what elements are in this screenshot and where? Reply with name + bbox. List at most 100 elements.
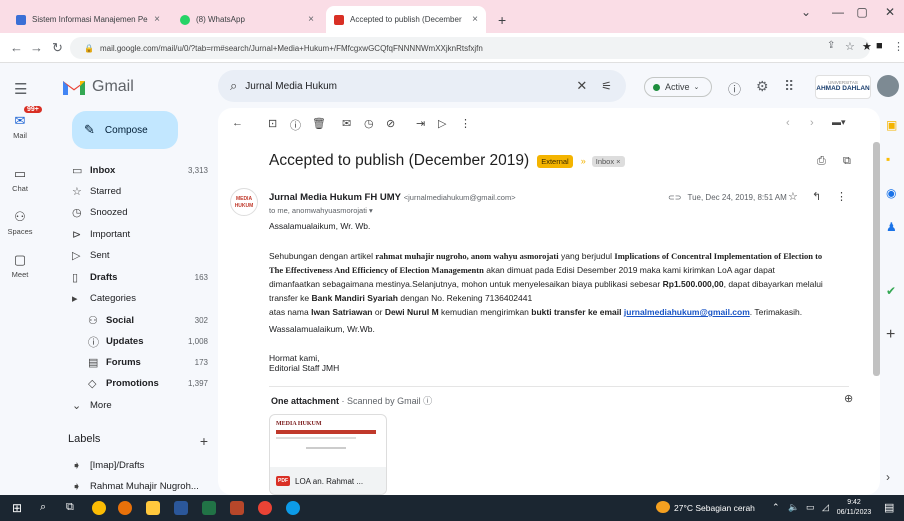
- older-icon[interactable]: ›: [810, 117, 814, 129]
- back-arrow-icon[interactable]: ←: [232, 117, 243, 129]
- network-icon[interactable]: ◿: [822, 502, 829, 513]
- contacts-icon[interactable]: ♟: [886, 220, 897, 234]
- sidebar-item-sent[interactable]: ▷ Sent: [60, 245, 218, 266]
- firefox-icon[interactable]: [118, 501, 132, 515]
- sidebar-label-rahmat[interactable]: ➧ Rahmat Muhajir Nugroh...: [60, 476, 218, 497]
- rail-spaces[interactable]: ⚇ Spaces: [0, 209, 40, 236]
- show-side-panel-icon[interactable]: ›: [886, 470, 890, 484]
- chrome-icon[interactable]: [92, 501, 106, 515]
- keep-icon[interactable]: ▪: [886, 152, 890, 166]
- chrome-icon[interactable]: [258, 501, 272, 515]
- addon-check-icon[interactable]: ✔: [886, 284, 896, 298]
- tab-whatsapp[interactable]: (8) WhatsApp ×: [172, 6, 322, 33]
- delete-icon[interactable]: 🗑: [312, 117, 326, 130]
- inbox-label-chip[interactable]: Inbox ×: [591, 155, 625, 167]
- new-tab-button[interactable]: +: [490, 6, 514, 33]
- sidebar-item-starred[interactable]: ☆ Starred: [60, 181, 218, 202]
- sender-name[interactable]: Jurnal Media Hukum FH UMY: [269, 192, 401, 203]
- add-task-icon[interactable]: ⊘: [386, 117, 395, 130]
- move-to-icon[interactable]: ⇥: [416, 117, 425, 130]
- sidebar-item-important[interactable]: ⊳ Important: [60, 224, 218, 245]
- label-as-icon[interactable]: ▷: [438, 117, 446, 130]
- sidebar-item-categories[interactable]: ▸ Categories: [60, 288, 218, 309]
- report-spam-icon[interactable]: ⓘ: [290, 117, 301, 133]
- rail-mail[interactable]: ✉ 99+ Mail: [0, 106, 42, 140]
- sidepanel-icon[interactable]: ■: [876, 40, 883, 52]
- close-tab-icon[interactable]: ×: [154, 14, 160, 25]
- word-icon[interactable]: [174, 501, 188, 515]
- sidebar-item-inbox[interactable]: ▭ Inbox 3,313: [60, 160, 218, 181]
- importance-marker-icon[interactable]: »: [581, 156, 586, 166]
- close-window-button[interactable]: ✕: [874, 0, 904, 24]
- avatar[interactable]: [877, 75, 899, 97]
- weather-text[interactable]: 27°C Sebagian cerah: [674, 503, 755, 513]
- attachment-card[interactable]: MEDIA HUKUM PDF LOA an. Rahmat ...: [269, 414, 387, 495]
- url-bar[interactable]: 🔒 mail.google.com/mail/u/0/?tab=rm#searc…: [70, 37, 870, 59]
- clock[interactable]: 9:42 06/11/2023: [836, 498, 872, 518]
- compose-button[interactable]: ✎ Compose: [72, 111, 178, 149]
- open-new-window-icon[interactable]: ⧉: [843, 155, 851, 168]
- reply-icon[interactable]: ↰: [812, 190, 821, 203]
- search-icon[interactable]: ⌕: [230, 78, 237, 94]
- main-menu-icon[interactable]: ☰: [14, 80, 27, 98]
- more-options-icon[interactable]: ⋮: [836, 190, 847, 203]
- settings-gear-icon[interactable]: ⚙: [756, 78, 769, 95]
- add-to-drive-icon[interactable]: ⊕: [844, 392, 853, 405]
- tasks-icon[interactable]: ◉: [886, 186, 896, 200]
- search-options-icon[interactable]: ⚟: [601, 79, 612, 93]
- calendar-icon[interactable]: ▣: [886, 118, 897, 132]
- extension-icon[interactable]: ★: [862, 40, 872, 53]
- search-input[interactable]: Jurnal Media Hukum: [245, 81, 576, 92]
- archive-icon[interactable]: ⊡: [268, 117, 277, 130]
- close-tab-icon[interactable]: ×: [308, 14, 314, 25]
- share-icon[interactable]: ⇪: [827, 40, 835, 51]
- add-label-button[interactable]: +: [200, 433, 208, 449]
- rail-meet[interactable]: ▢ Meet: [0, 252, 40, 279]
- clear-search-icon[interactable]: ✕: [576, 78, 587, 94]
- account-badge[interactable]: UNIVERSITAS AHMAD DAHLAN: [815, 75, 871, 99]
- input-tools-icon[interactable]: ▬▾: [832, 117, 846, 128]
- sidebar-item-updates[interactable]: ⓘ Updates 1,008: [60, 331, 218, 352]
- access-icon[interactable]: [230, 501, 244, 515]
- email-link[interactable]: jurnalmediahukum@gmail.com: [624, 307, 750, 317]
- tab-search-icon[interactable]: ⌄: [790, 0, 822, 24]
- search-icon[interactable]: ⌕: [40, 501, 46, 514]
- windows-start-icon[interactable]: ⊞: [12, 501, 22, 515]
- sidebar-item-more[interactable]: ⌄ More: [60, 395, 218, 416]
- status-selector[interactable]: Active ⌄: [644, 77, 712, 97]
- rail-chat[interactable]: ▭ Chat: [0, 166, 40, 193]
- sidebar-item-promotions[interactable]: ◇ Promotions 1,397: [60, 373, 218, 394]
- snooze-icon[interactable]: ◷: [364, 117, 374, 130]
- tray-chevron-icon[interactable]: ⌃: [772, 502, 780, 513]
- sidebar-item-snoozed[interactable]: ◷ Snoozed: [60, 202, 218, 223]
- close-tab-icon[interactable]: ×: [472, 14, 478, 25]
- back-icon[interactable]: ←: [10, 40, 23, 55]
- speaker-icon[interactable]: 🔈: [788, 502, 799, 513]
- task-view-icon[interactable]: ⧉: [66, 501, 74, 514]
- more-actions-icon[interactable]: ⋮: [460, 117, 471, 130]
- menu-kebab-icon[interactable]: ⋮: [893, 40, 904, 53]
- bookmark-star-icon[interactable]: ☆: [845, 40, 855, 53]
- excel-icon[interactable]: [202, 501, 216, 515]
- get-addons-icon[interactable]: +: [886, 326, 895, 344]
- forward-icon[interactable]: →: [30, 40, 43, 55]
- print-icon[interactable]: ⎙: [817, 155, 826, 168]
- scrollbar[interactable]: [873, 142, 880, 376]
- newer-icon[interactable]: ‹: [786, 117, 790, 129]
- edge-icon[interactable]: [286, 501, 300, 515]
- gmail-logo[interactable]: Gmail: [62, 78, 134, 96]
- sidebar-item-forums[interactable]: ▤ Forums 173: [60, 352, 218, 373]
- recipients-line[interactable]: to me, anomwahyuasmorojati ▾: [269, 206, 373, 215]
- mark-unread-icon[interactable]: ✉: [342, 117, 351, 130]
- tab-sim[interactable]: Sistem Informasi Manajemen Pe ×: [8, 6, 168, 33]
- apps-grid-icon[interactable]: ⠿: [784, 78, 794, 95]
- tab-gmail-active[interactable]: Accepted to publish (December ×: [326, 6, 486, 33]
- star-icon[interactable]: ☆: [788, 190, 798, 203]
- battery-icon[interactable]: ▭: [806, 502, 815, 513]
- search-bar[interactable]: ⌕ Jurnal Media Hukum ✕ ⚟: [218, 70, 626, 102]
- help-icon[interactable]: ⓘ: [728, 79, 741, 98]
- reload-icon[interactable]: ↻: [52, 40, 63, 56]
- notifications-icon[interactable]: ▤: [884, 501, 894, 514]
- sidebar-label-imap-drafts[interactable]: ➧ [Imap]/Drafts: [60, 455, 218, 476]
- sidebar-item-drafts[interactable]: ▯ Drafts 163: [60, 267, 218, 288]
